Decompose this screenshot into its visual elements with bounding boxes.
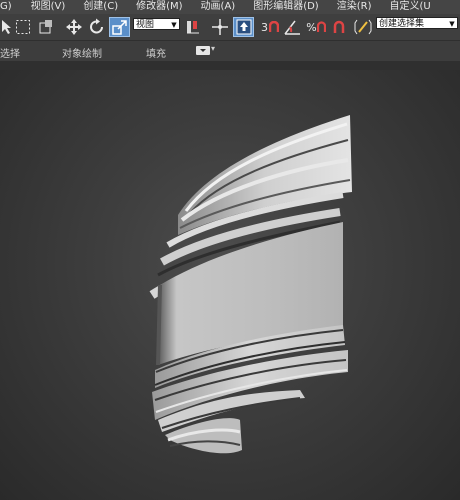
pivot-center-icon[interactable] [184,17,202,37]
ribbon-tab-object-paint[interactable]: 对象绘制 [62,45,102,60]
menu-graph-editors[interactable]: 图形编辑器(D) [253,0,319,14]
menu-customize[interactable]: 自定义(U [389,0,430,14]
chevron-down-icon: ▼ [449,20,455,28]
main-toolbar: 视图 ▼ 3 % 创建选择集 ▼ [0,14,460,40]
angle-snap-icon[interactable] [282,17,302,37]
chevron-down-icon: ▼ [171,21,177,29]
reference-coordinate-dropdown[interactable]: 视图 ▼ [133,18,180,30]
menu-animation[interactable]: 动画(A) [201,0,236,14]
move-icon[interactable] [64,17,84,37]
ribbon-options-dropdown-icon[interactable]: ▾ [211,44,215,53]
window-crossing-icon[interactable] [36,17,56,37]
select-object-icon[interactable] [0,17,12,37]
molding-model [149,115,352,454]
viewport-border [0,61,460,70]
percent-snap-icon[interactable]: % [305,17,327,37]
keyboard-shortcut-icon[interactable] [233,17,254,37]
edit-named-selection-icon[interactable] [353,17,373,37]
named-selection-dropdown[interactable]: 创建选择集 ▼ [376,17,458,29]
menu-create[interactable]: 创建(C) [83,0,118,14]
ribbon-bar: 选择 对象绘制 填充 ▾ [0,40,460,61]
select-region-icon[interactable] [13,17,33,37]
scale-icon[interactable] [109,17,130,37]
rotate-icon[interactable] [87,17,107,37]
ribbon-minimize-button[interactable] [196,46,210,55]
menu-view[interactable]: 视图(V) [31,0,66,14]
menu-bar: G) 视图(V) 创建(C) 修改器(M) 动画(A) 图形编辑器(D) 渲染(… [0,0,460,14]
ribbon-tab-populate[interactable]: 填充 [146,45,166,60]
snaps-toggle-icon[interactable]: 3 [259,17,281,37]
menu-modifiers[interactable]: 修改器(M) [136,0,182,14]
menu-rendering[interactable]: 渲染(R) [337,0,372,14]
spinner-snap-icon[interactable] [329,17,349,37]
viewport-perspective[interactable] [0,70,460,500]
select-manipulate-icon[interactable] [209,17,231,37]
ribbon-tab-selection[interactable]: 选择 [0,45,20,60]
menu-group[interactable]: G) [0,0,12,14]
